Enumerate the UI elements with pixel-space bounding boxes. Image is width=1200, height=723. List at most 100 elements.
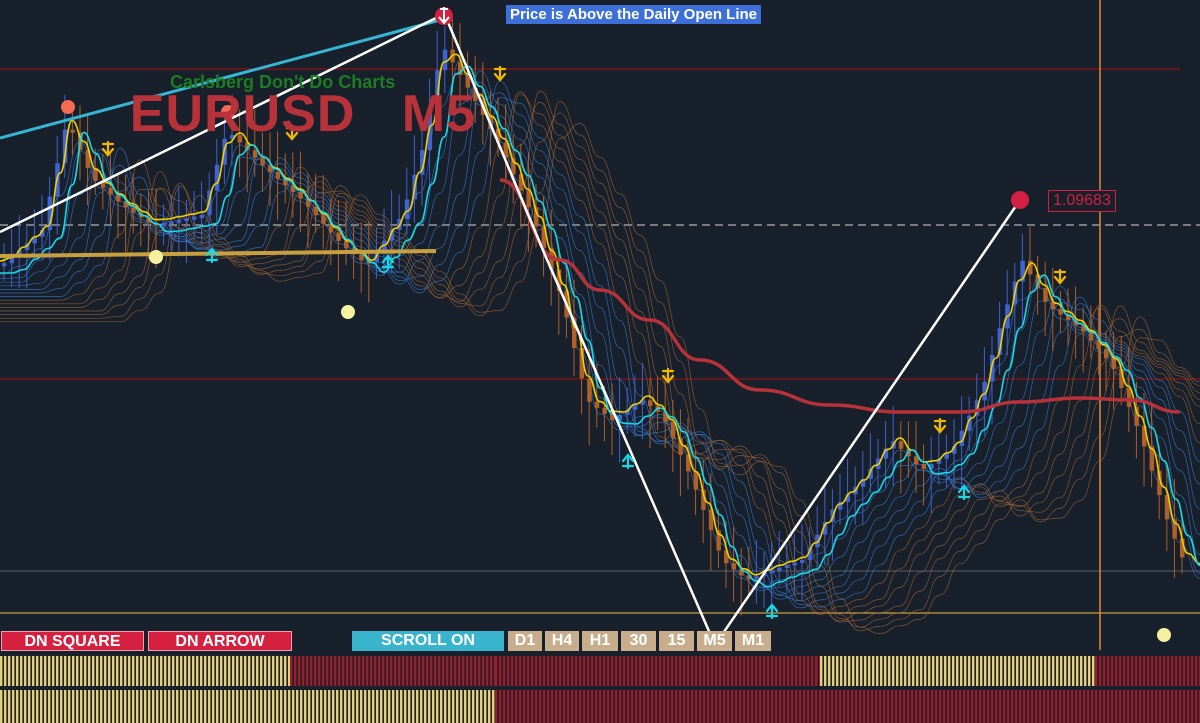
strength-bar xyxy=(244,690,247,723)
strength-bar xyxy=(420,690,423,723)
strength-bar xyxy=(859,690,862,723)
timeframe-button-h4[interactable]: H4 xyxy=(545,631,579,651)
strength-bar xyxy=(643,656,646,686)
strength-bar xyxy=(952,656,955,686)
strength-bar xyxy=(627,690,630,723)
strength-bar xyxy=(835,690,838,723)
strength-bar xyxy=(1107,690,1110,723)
strength-bar xyxy=(342,656,345,686)
timeframe-button-d1[interactable]: D1 xyxy=(508,631,542,651)
strength-bar xyxy=(591,690,594,723)
strength-bar xyxy=(603,690,606,723)
strength-bar xyxy=(84,690,87,723)
strength-bar xyxy=(575,656,578,686)
strength-bar xyxy=(767,656,770,686)
strength-bar xyxy=(983,690,986,723)
candle-body xyxy=(313,206,319,216)
strength-bar xyxy=(687,690,690,723)
strength-bar xyxy=(603,656,606,686)
strength-bar xyxy=(252,656,255,686)
strength-bar xyxy=(599,656,602,686)
candle-body xyxy=(648,400,653,406)
strength-bar xyxy=(422,656,425,686)
strength-bar xyxy=(192,656,195,686)
strength-bar xyxy=(619,690,622,723)
strength-bar xyxy=(815,690,818,723)
strength-bar xyxy=(20,690,23,723)
strength-bar xyxy=(503,656,506,686)
strength-bar xyxy=(156,690,159,723)
strength-bar xyxy=(940,656,943,686)
strength-bar xyxy=(488,690,491,723)
strength-bar xyxy=(980,656,983,686)
strength-bar xyxy=(987,690,990,723)
dn-square-button[interactable]: DN SQUARE xyxy=(1,631,144,651)
strength-bar xyxy=(1083,690,1086,723)
strength-bar xyxy=(1127,656,1130,686)
candle-body xyxy=(1058,309,1063,315)
timeframe-button-m5[interactable]: M5 xyxy=(697,631,732,651)
strength-bar xyxy=(436,690,439,723)
strength-bar xyxy=(1167,690,1170,723)
strength-bar xyxy=(400,690,403,723)
strength-bar xyxy=(240,690,243,723)
strength-bar xyxy=(707,690,710,723)
strength-bar xyxy=(336,690,339,723)
strength-bar xyxy=(595,690,598,723)
strength-bar xyxy=(412,690,415,723)
strength-bar xyxy=(799,656,802,686)
candle-body xyxy=(670,421,676,439)
strength-bar xyxy=(515,656,518,686)
arrow-down-icon xyxy=(933,417,947,434)
strength-bar xyxy=(216,656,219,686)
strength-bar xyxy=(104,656,107,686)
price-marker xyxy=(1011,191,1029,209)
strength-bar xyxy=(216,690,219,723)
strength-bar xyxy=(468,690,471,723)
strength-bar xyxy=(440,690,443,723)
strength-bar xyxy=(1155,690,1158,723)
strength-bar xyxy=(723,656,726,686)
strength-bar xyxy=(304,690,307,723)
price-label: 1.09683 xyxy=(1048,190,1116,212)
strength-bar xyxy=(1147,656,1150,686)
timeframe-button-m1[interactable]: M1 xyxy=(735,631,771,651)
strength-bar xyxy=(703,690,706,723)
strength-bar xyxy=(567,690,570,723)
strength-bar xyxy=(735,690,738,723)
strength-bar xyxy=(188,690,191,723)
strength-bar xyxy=(1036,656,1039,686)
strength-bar xyxy=(228,656,231,686)
strength-bar xyxy=(384,690,387,723)
timeframe-button-30[interactable]: 30 xyxy=(621,631,656,651)
strength-bar xyxy=(651,690,654,723)
strength-bar xyxy=(244,656,247,686)
timeframe-button-15[interactable]: 15 xyxy=(659,631,694,651)
strength-bar xyxy=(338,656,341,686)
strength-bar xyxy=(52,690,55,723)
strength-bar xyxy=(1127,690,1130,723)
strength-bar xyxy=(1075,690,1078,723)
strength-bar xyxy=(1119,690,1122,723)
strength-bar xyxy=(663,656,666,686)
strength-bar xyxy=(1119,656,1122,686)
strength-bar xyxy=(1068,656,1071,686)
candle-body xyxy=(344,240,349,249)
strength-bar xyxy=(743,690,746,723)
dn-arrow-button[interactable]: DN ARROW xyxy=(148,631,292,651)
strength-bar xyxy=(100,656,103,686)
scroll-button[interactable]: SCROLL ON xyxy=(352,631,504,651)
strength-bar xyxy=(751,690,754,723)
strength-bar xyxy=(60,690,63,723)
strength-bar xyxy=(292,690,295,723)
strength-bar xyxy=(711,690,714,723)
timeframe-button-h1[interactable]: H1 xyxy=(582,631,618,651)
chart-window[interactable]: EURUSD M5 Carlsberg Don't Do Charts Pric… xyxy=(0,0,1200,723)
strength-bar xyxy=(414,656,417,686)
strength-bar xyxy=(104,690,107,723)
strength-bar xyxy=(24,690,27,723)
strength-bar xyxy=(1115,656,1118,686)
strength-bar xyxy=(8,690,11,723)
strength-bar xyxy=(474,656,477,686)
strength-bar xyxy=(939,690,942,723)
